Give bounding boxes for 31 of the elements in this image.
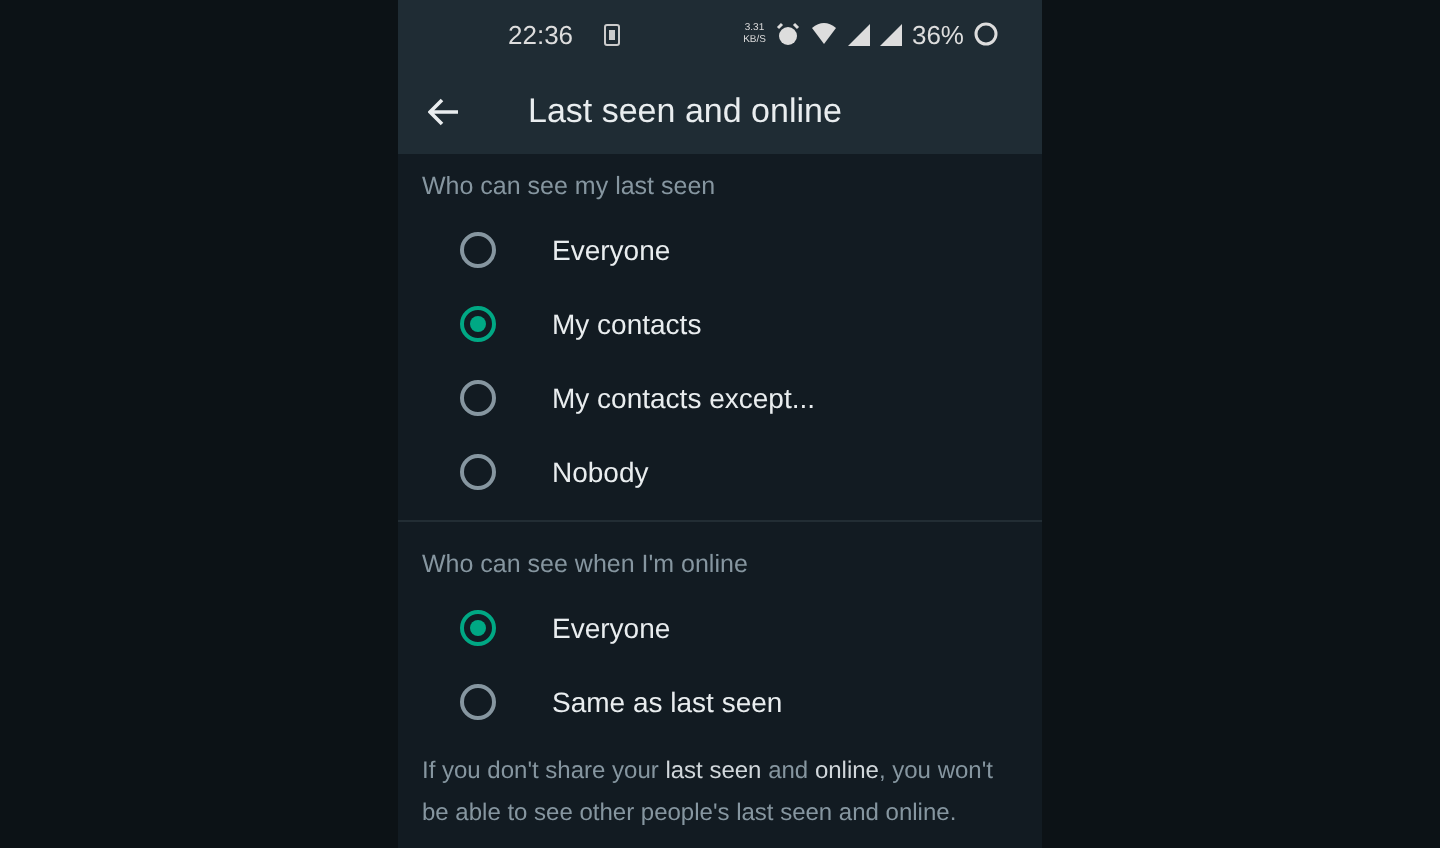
radio-button[interactable] xyxy=(460,683,496,719)
alarm-icon xyxy=(775,22,800,46)
signal-icon xyxy=(847,23,870,45)
radio-button[interactable] xyxy=(460,379,496,415)
option-label: My contacts except... xyxy=(552,381,815,413)
option-label: Everyone xyxy=(552,611,671,643)
status-time: 22:36 xyxy=(508,19,574,49)
battery-percentage: 36% xyxy=(911,19,964,49)
signal-icon xyxy=(879,23,902,45)
section-header: Who can see my last seen xyxy=(420,172,718,200)
radio-button[interactable] xyxy=(460,453,496,489)
footer-note: If you don't share your last seen and online, you won't be able to see other people's last seen and online. xyxy=(422,754,995,830)
radio-option[interactable]: Everyone xyxy=(398,590,1042,664)
option-label: Same as last seen xyxy=(552,685,783,717)
wifi-icon xyxy=(809,22,838,46)
phone-icon xyxy=(603,23,620,45)
radio-option[interactable]: My contacts xyxy=(398,286,1042,360)
radio-option[interactable]: Nobody xyxy=(398,434,1042,508)
battery-ring-icon xyxy=(974,22,998,46)
option-label: Nobody xyxy=(552,455,649,487)
screen-title: Last seen and online xyxy=(528,91,842,131)
radio-option[interactable]: Everyone xyxy=(398,212,1042,286)
option-label: My contacts xyxy=(552,307,702,339)
radio-button[interactable] xyxy=(460,609,496,645)
option-label: Everyone xyxy=(552,233,671,265)
radio-button[interactable] xyxy=(460,305,496,341)
section-header: Who can see when I'm online xyxy=(420,550,750,578)
radio-button[interactable] xyxy=(460,231,496,267)
radio-option[interactable]: Same as last seen xyxy=(398,664,1042,738)
radio-option[interactable]: My contacts except... xyxy=(398,360,1042,434)
back-arrow-icon xyxy=(428,97,460,125)
